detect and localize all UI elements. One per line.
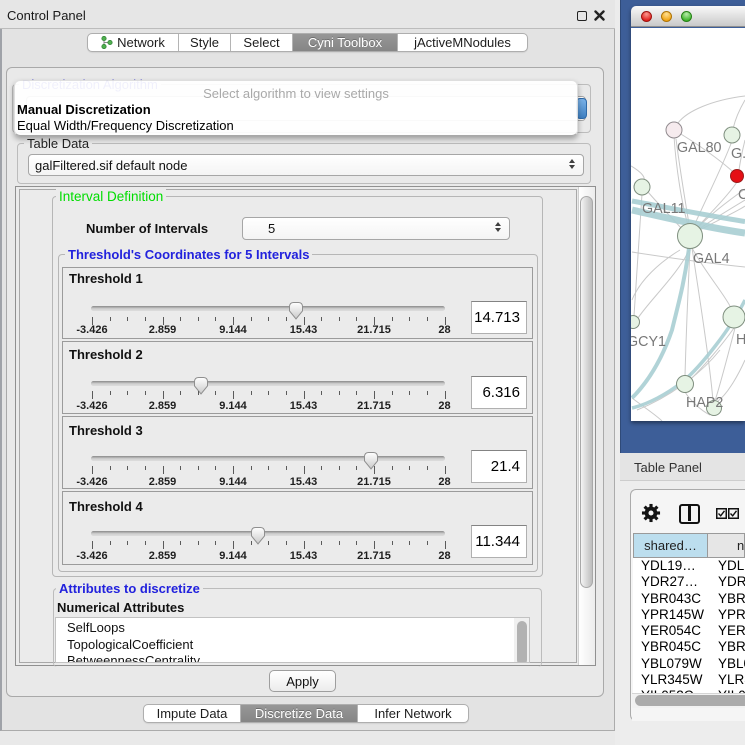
svg-text:GAL11: GAL11 [642,201,685,217]
svg-text:GCY1: GCY1 [631,334,666,350]
svg-text:G.: G. [731,146,745,162]
svg-text:GAL80: GAL80 [677,140,722,156]
svg-text:HAP2: HAP2 [686,395,723,411]
svg-text:C: C [738,187,745,203]
svg-text:GAL4: GAL4 [693,251,730,267]
svg-text:H: H [736,332,745,348]
